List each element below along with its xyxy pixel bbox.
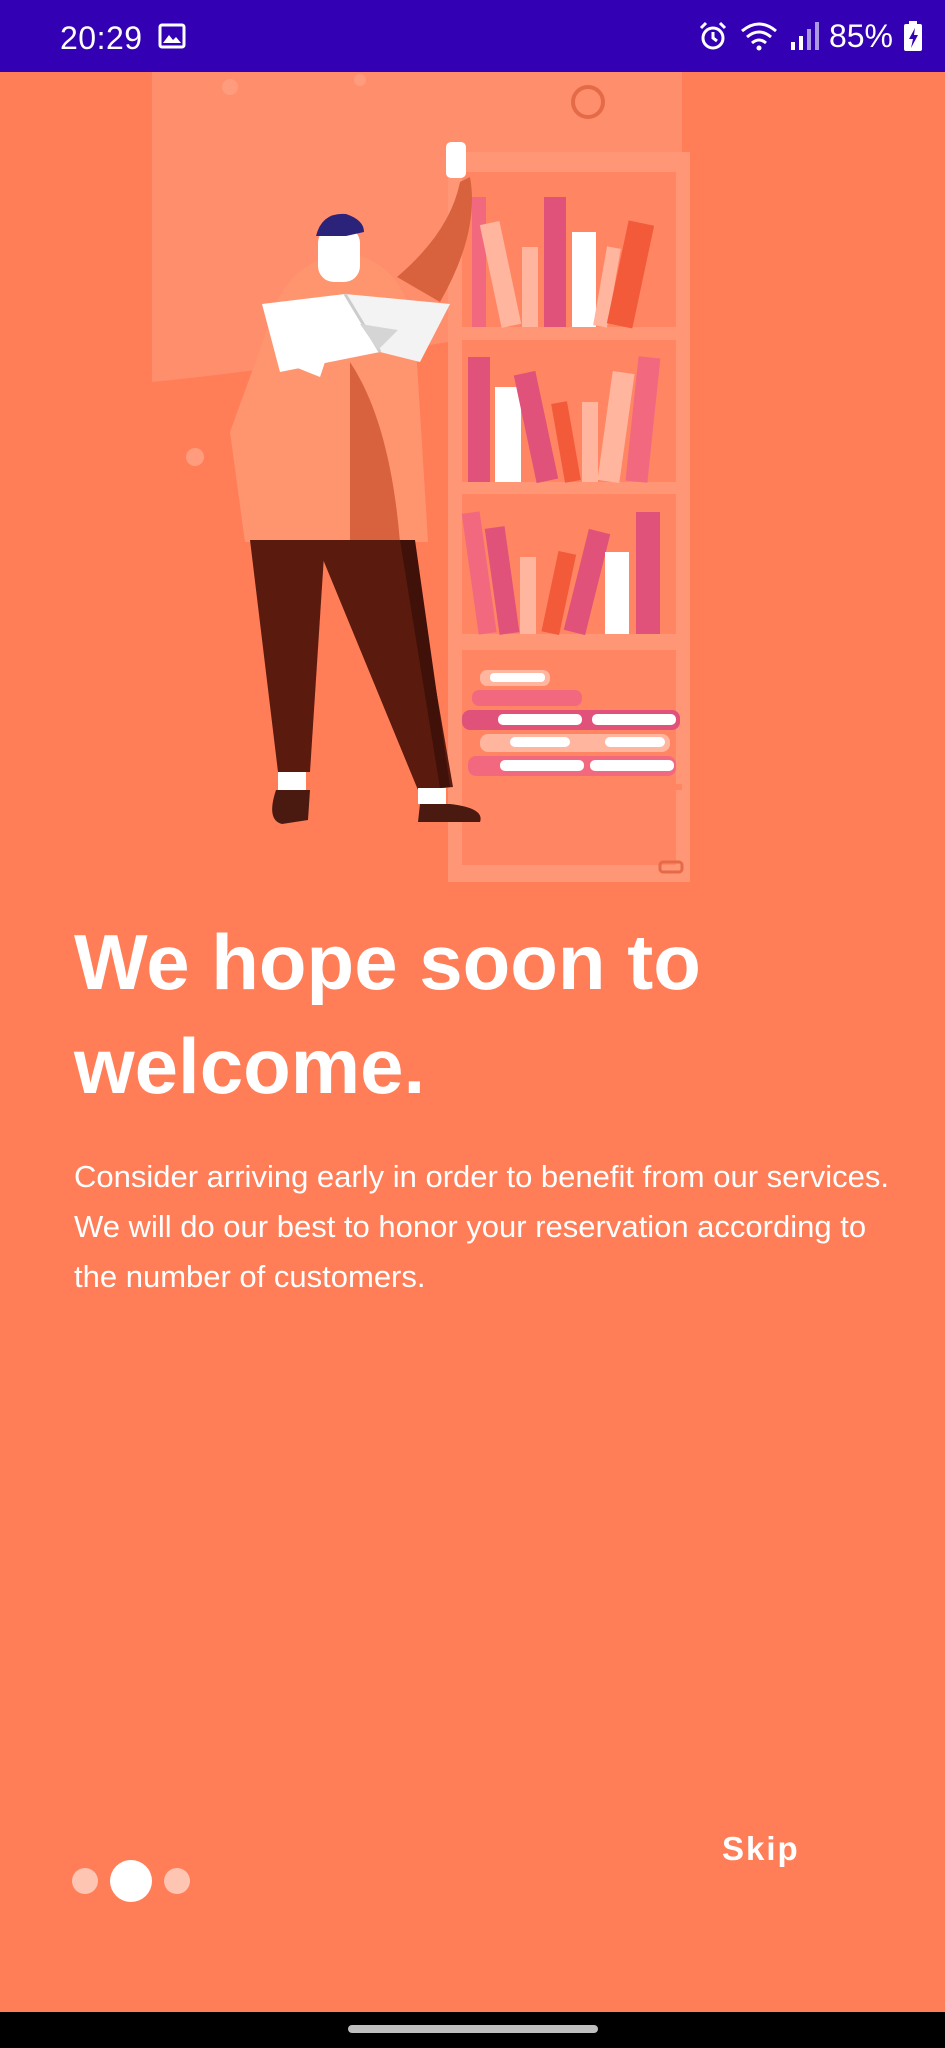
signal-icon (790, 22, 819, 50)
page-dot-3[interactable] (164, 1868, 190, 1894)
home-indicator[interactable] (348, 2025, 598, 2033)
onboarding-description: Consider arriving early in order to bene… (74, 1159, 889, 1294)
skip-button[interactable]: Skip (722, 1830, 800, 1868)
wifi-icon (741, 22, 777, 51)
status-time: 20:29 (60, 20, 143, 56)
onboarding-title: We hope soon to welcome. (74, 918, 701, 1110)
battery-charging-icon (904, 21, 922, 51)
battery-percent: 85% (828, 17, 893, 54)
bookshelf (448, 152, 690, 882)
navigation-bar (0, 2012, 945, 2048)
gallery-icon (158, 23, 186, 49)
onboarding-illustration (152, 72, 690, 882)
status-bar: 20:29 85% (0, 0, 945, 72)
alarm-icon (699, 21, 727, 50)
page-dot-1[interactable] (72, 1868, 98, 1894)
page-dot-2-active[interactable] (110, 1860, 152, 1902)
status-icons: 85% (697, 14, 923, 58)
page-indicator (72, 1858, 190, 1904)
